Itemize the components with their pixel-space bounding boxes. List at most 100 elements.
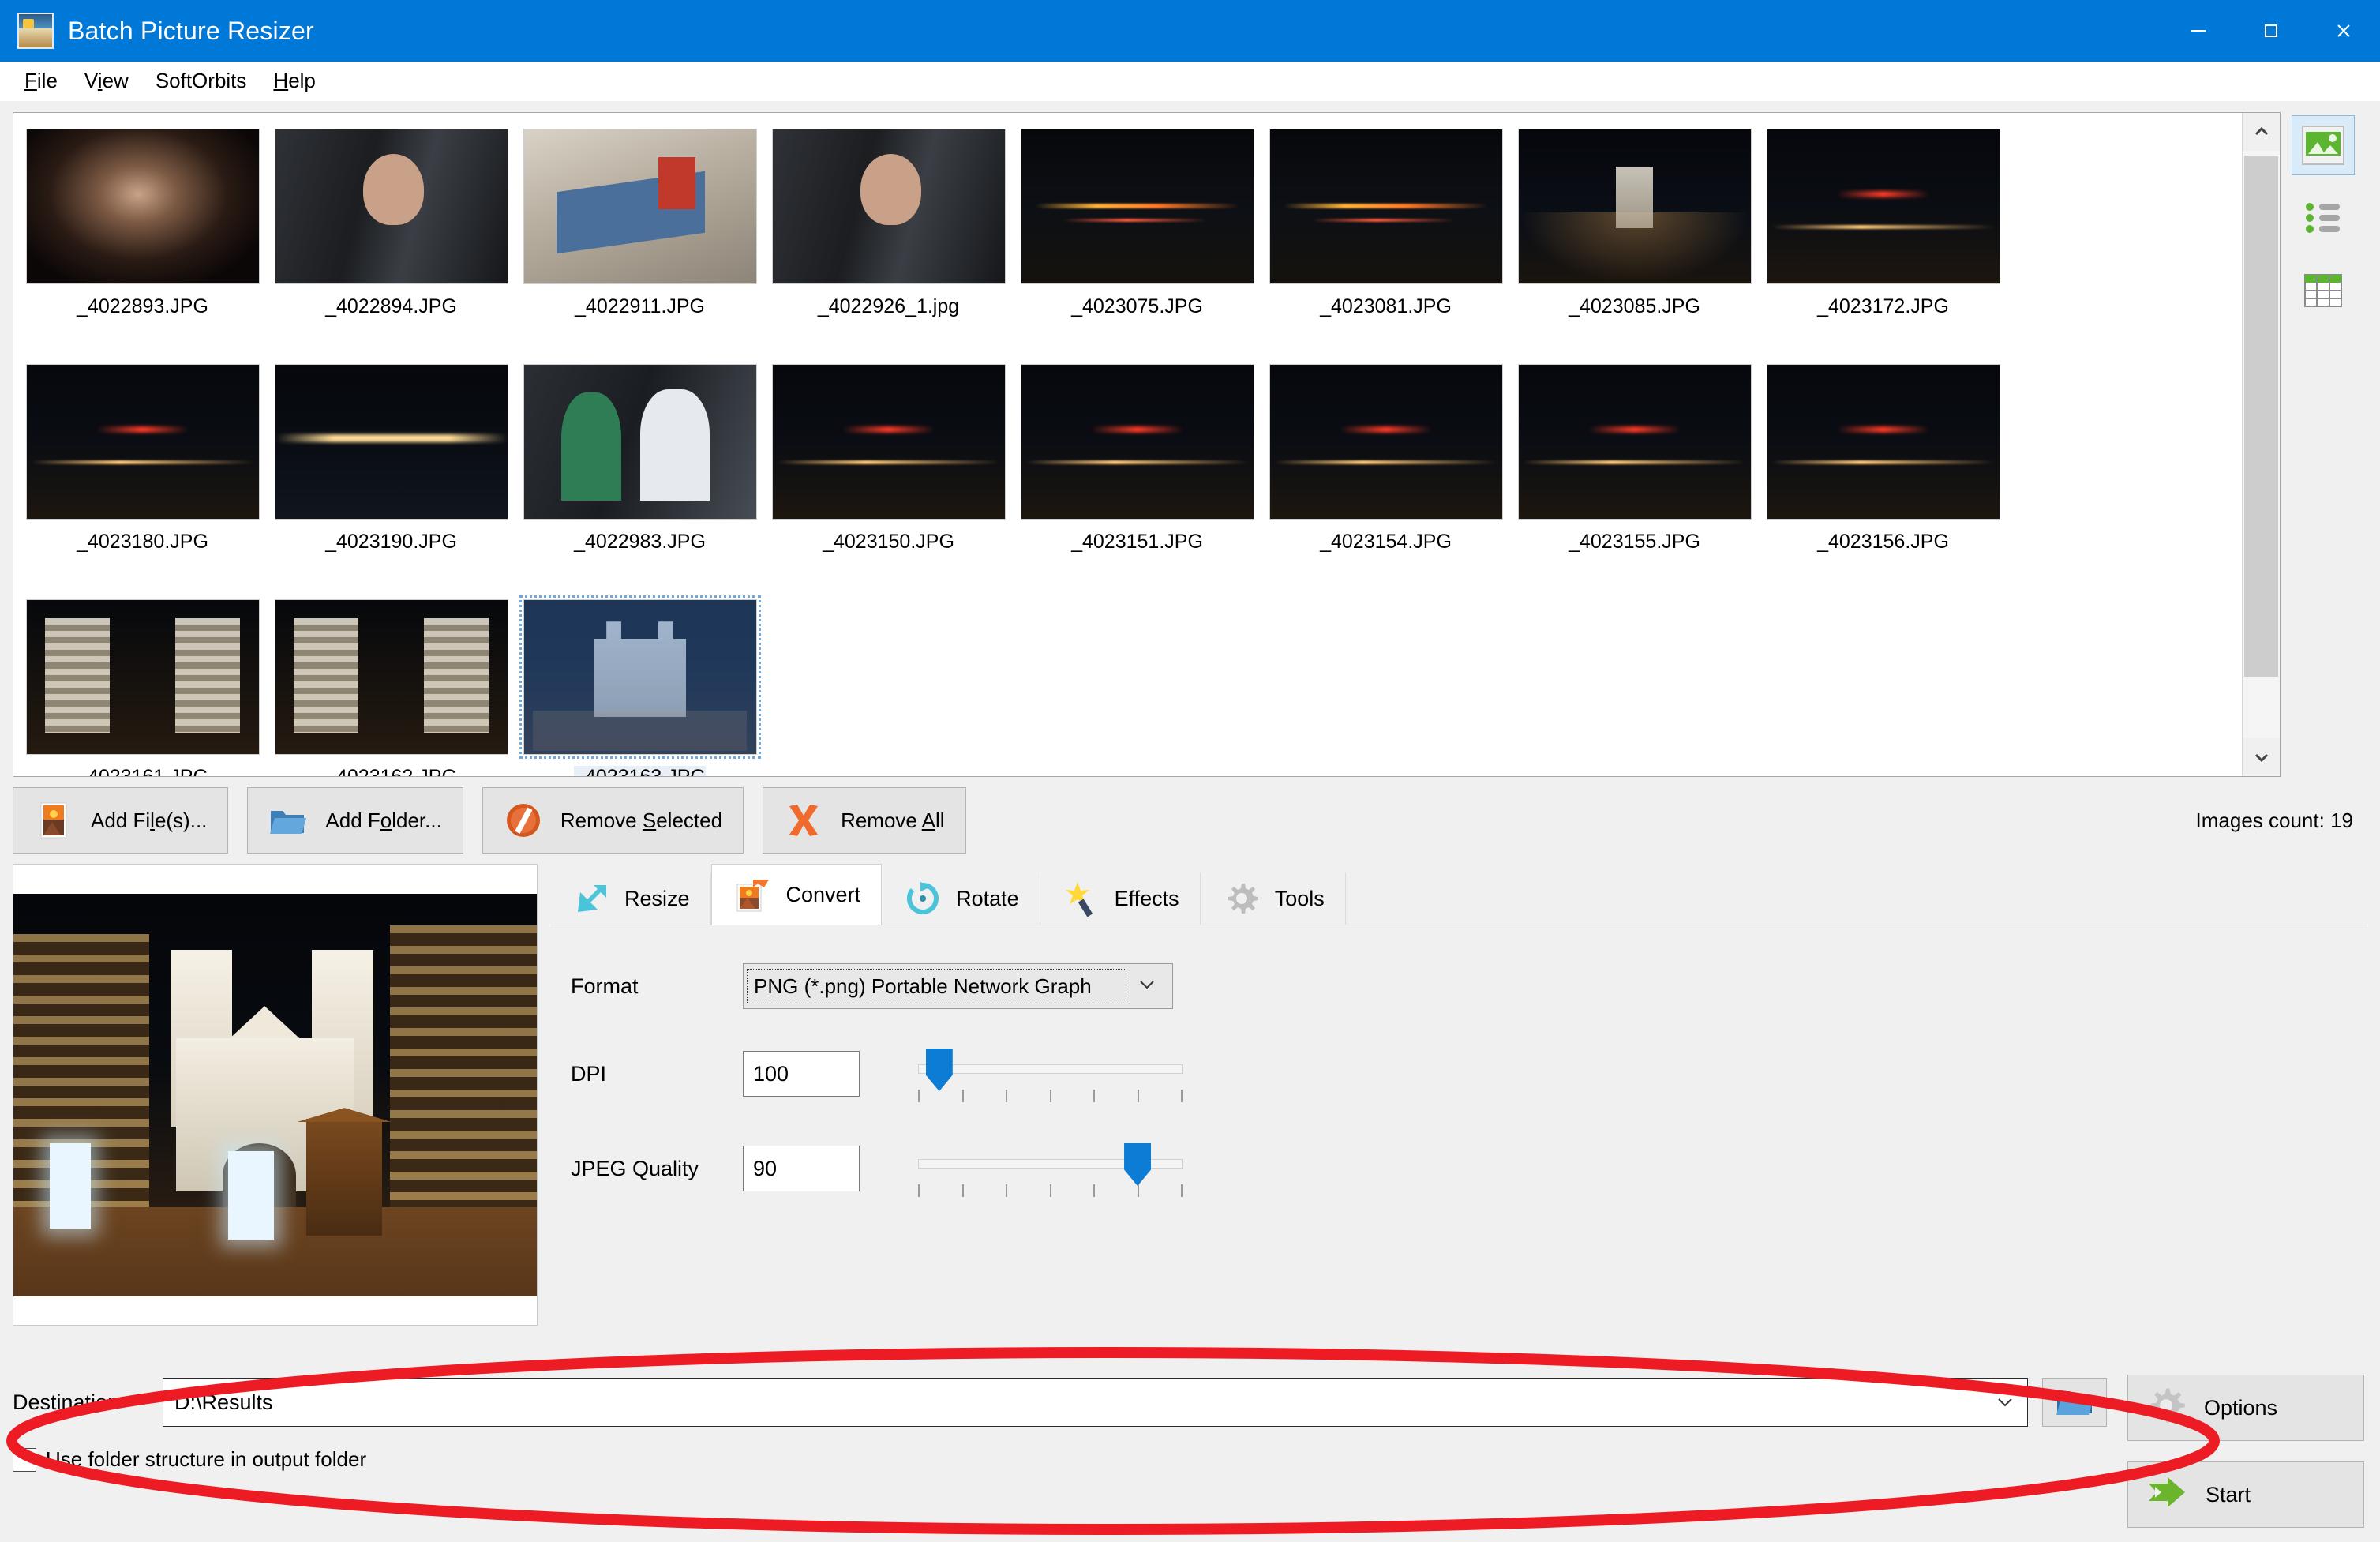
view-mode-details[interactable]: [2292, 261, 2355, 321]
thumbnail-image[interactable]: [25, 129, 260, 284]
chevron-down-icon[interactable]: [1130, 977, 1164, 996]
thumbnail-image[interactable]: [519, 595, 761, 759]
thumbnail-image[interactable]: [1269, 129, 1503, 284]
thumbnail-list[interactable]: _4022893.JPG _4022894.JPG _4022911.JPG _402…: [13, 112, 2281, 777]
thumbnail-scrollbar[interactable]: [2242, 113, 2280, 776]
options-button[interactable]: Options: [2127, 1375, 2364, 1441]
use-folder-structure-row[interactable]: Use folder structure in output folder: [13, 1447, 2107, 1472]
thumbnail-image[interactable]: [1269, 364, 1503, 520]
thumbnail-filename: _4023156.JPG: [1817, 531, 1949, 553]
thumbnail-item[interactable]: _4023150.JPG: [764, 358, 1013, 593]
thumbnail-item[interactable]: _4023172.JPG: [1759, 122, 2007, 358]
thumbnail-image[interactable]: [274, 129, 508, 284]
dpi-slider-ticks: [918, 1090, 1183, 1102]
add-files-button[interactable]: Add File(s)...: [13, 787, 229, 854]
preview-building-right: [390, 925, 537, 1208]
thumbnail-item[interactable]: _4022926_1.jpg: [764, 122, 1013, 358]
tab-tools[interactable]: Tools: [1201, 872, 1346, 925]
quality-label: JPEG Quality: [571, 1156, 699, 1180]
dpi-input[interactable]: 100: [743, 1051, 860, 1097]
close-button[interactable]: [2307, 0, 2380, 62]
thumbnail-scene: [26, 129, 259, 283]
remove-all-button[interactable]: Remove All: [763, 787, 966, 854]
thumbnail-grid[interactable]: _4022893.JPG _4022894.JPG _4022911.JPG _402…: [13, 113, 2242, 776]
tab-resize-label: Resize: [624, 886, 690, 910]
images-count-label: Images count: 19: [2195, 808, 2353, 832]
quality-slider-thumb[interactable]: [1124, 1143, 1152, 1186]
thumbnail-item[interactable]: _4023154.JPG: [1261, 358, 1510, 593]
thumbnail-filename: _4023180.JPG: [77, 531, 208, 553]
preview-ground: [13, 1207, 537, 1296]
dpi-slider-track[interactable]: [918, 1064, 1183, 1074]
browse-folder-button[interactable]: [2042, 1378, 2107, 1427]
menu-file[interactable]: File: [11, 64, 71, 98]
dpi-slider-thumb[interactable]: [925, 1049, 953, 1091]
quality-input[interactable]: 90: [743, 1146, 860, 1191]
thumbnail-item[interactable]: _4023180.JPG: [18, 358, 267, 593]
add-files-icon: [34, 801, 73, 840]
thumbnail-image[interactable]: [1517, 364, 1752, 520]
thumbnail-image[interactable]: [274, 599, 508, 755]
thumbnail-item[interactable]: _4023085.JPG: [1510, 122, 1759, 358]
cross-icon: [784, 801, 823, 840]
thumbnail-item[interactable]: _4023075.JPG: [1013, 122, 1261, 358]
settings-panel: Resize Convert Rotate Effects Tools Form…: [550, 864, 2367, 1367]
thumbnail-item[interactable]: _4023081.JPG: [1261, 122, 1510, 358]
thumbnail-item[interactable]: _4023151.JPG: [1013, 358, 1261, 593]
thumbnail-item[interactable]: _4023190.JPG: [267, 358, 515, 593]
thumbnail-filename: _4023085.JPG: [1569, 295, 1700, 317]
thumbnail-item[interactable]: _4022894.JPG: [267, 122, 515, 358]
thumbnail-item[interactable]: _4023163.JPG: [515, 593, 764, 776]
tab-resize[interactable]: Resize: [550, 872, 711, 925]
thumbnail-image[interactable]: [274, 364, 508, 520]
thumbnail-image[interactable]: [25, 364, 260, 520]
menu-softorbits[interactable]: SoftOrbits: [142, 64, 260, 98]
scrollbar-track[interactable]: [2243, 151, 2280, 738]
thumbnail-image[interactable]: [771, 129, 1006, 284]
scroll-up-button[interactable]: [2243, 113, 2280, 151]
tab-effects[interactable]: Effects: [1040, 872, 1201, 925]
remove-selected-button[interactable]: Remove Selected: [482, 787, 744, 854]
thumbnail-image[interactable]: [1517, 129, 1752, 284]
format-select[interactable]: PNG (*.png) Portable Network Graph: [743, 963, 1173, 1009]
thumbnail-filename: _4023162.JPG: [325, 766, 457, 776]
thumbnail-image[interactable]: [523, 364, 757, 520]
tab-rotate[interactable]: Rotate: [882, 872, 1040, 925]
tab-convert[interactable]: Convert: [710, 864, 883, 925]
dpi-slider[interactable]: [918, 1044, 1183, 1104]
thumbnail-item[interactable]: _4023162.JPG: [267, 593, 515, 776]
thumbnail-scene: [275, 129, 508, 283]
start-button[interactable]: Start: [2127, 1461, 2364, 1528]
lower-area: Resize Convert Rotate Effects Tools Form…: [0, 864, 2380, 1367]
minimize-button[interactable]: [2162, 0, 2235, 62]
thumbnail-image[interactable]: [1020, 129, 1254, 284]
scroll-down-button[interactable]: [2243, 738, 2280, 776]
thumbnail-filename: _4022894.JPG: [325, 295, 457, 317]
add-folder-button[interactable]: Add Folder...: [247, 787, 463, 854]
thumbnail-item[interactable]: _4022983.JPG: [515, 358, 764, 593]
thumbnail-item[interactable]: _4022893.JPG: [18, 122, 267, 358]
quality-slider[interactable]: [918, 1139, 1183, 1199]
thumbnail-image[interactable]: [1766, 364, 2000, 520]
thumbnail-image[interactable]: [771, 364, 1006, 520]
thumbnail-item[interactable]: _4023155.JPG: [1510, 358, 1759, 593]
view-mode-thumbnail[interactable]: [2292, 115, 2355, 175]
view-mode-list[interactable]: [2292, 188, 2355, 248]
menu-view[interactable]: View: [71, 64, 142, 98]
destination-input[interactable]: D:\Results: [163, 1378, 2028, 1427]
thumbnail-item[interactable]: _4022911.JPG: [515, 122, 764, 358]
thumbnail-image[interactable]: [1766, 129, 2000, 284]
thumbnail-item[interactable]: _4023161.JPG: [18, 593, 267, 776]
menu-help[interactable]: Help: [260, 64, 328, 98]
scrollbar-thumb[interactable]: [2244, 156, 2278, 677]
thumbnail-image[interactable]: [523, 129, 757, 284]
thumbnail-region: _4022893.JPG _4022894.JPG _4022911.JPG _402…: [0, 101, 2380, 777]
thumbnail-image[interactable]: [1020, 364, 1254, 520]
thumbnail-image[interactable]: [25, 599, 260, 755]
maximize-button[interactable]: [2235, 0, 2307, 62]
thumbnail-filename: _4023190.JPG: [325, 531, 457, 553]
chevron-down-icon[interactable]: [1983, 1395, 2027, 1409]
magic-wand-icon: [1061, 878, 1102, 919]
use-folder-structure-checkbox[interactable]: [13, 1447, 36, 1472]
thumbnail-item[interactable]: _4023156.JPG: [1759, 358, 2007, 593]
